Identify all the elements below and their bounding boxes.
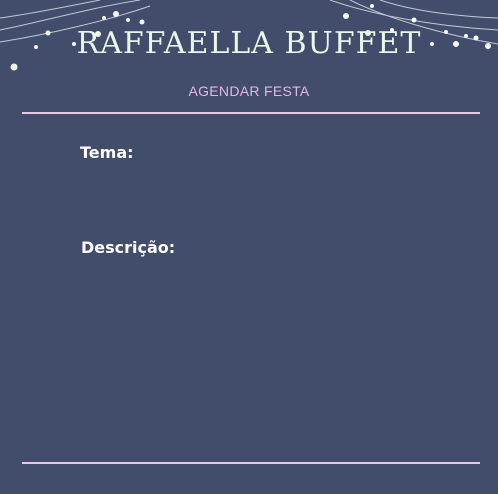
descricao-textarea[interactable] <box>81 266 461 446</box>
bottom-divider <box>22 462 480 464</box>
brand-title: RAFFAELLA BUFFET <box>76 26 422 61</box>
descricao-label: Descrição: <box>81 238 176 257</box>
tema-label: Tema: <box>80 143 134 162</box>
page-subtitle: AGENDAR FESTA <box>188 83 310 99</box>
tema-input[interactable] <box>140 142 460 164</box>
top-divider <box>22 112 480 114</box>
